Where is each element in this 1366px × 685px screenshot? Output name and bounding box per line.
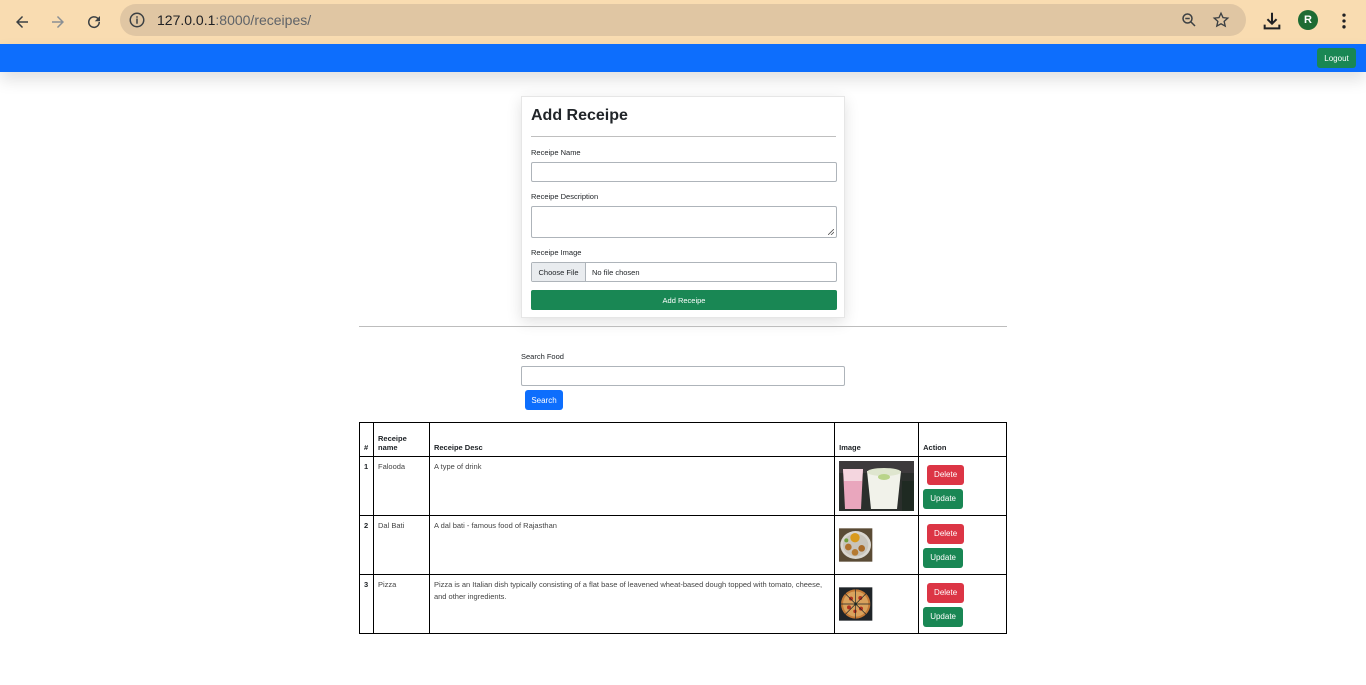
header-image: Image [834,422,920,457]
header-receipe-name: Receipe name [372,422,430,457]
delete-button[interactable]: Delete [927,524,965,544]
receipe-name-input[interactable] [531,162,837,182]
falooda-photo [839,461,915,511]
header-receipe-desc: Receipe Desc [428,422,836,457]
site-info-icon[interactable] [128,11,146,29]
receipe-image-file-input[interactable]: Choose File No file chosen [531,262,837,282]
header-action: Action [918,422,1007,457]
choose-file-button[interactable]: Choose File [532,263,586,281]
search-food-input[interactable] [521,366,845,386]
add-receipe-form: Add Receipe Receipe Name Receipe Descrip… [521,96,845,318]
form-divider [531,136,836,137]
app-navbar: Logout [0,44,1366,72]
receipe-description-label: Receipe Description [531,192,599,201]
delete-button[interactable]: Delete [927,583,965,603]
back-icon[interactable] [8,8,36,36]
download-icon[interactable] [1261,10,1283,32]
url-text: 127.0.0.1:8000/receipes/ [157,12,312,28]
receipe-name-cell: Pizza [372,574,430,634]
receipe-desc-cell: A dal bati - famous food of Rajasthan [428,515,836,575]
update-button[interactable]: Update [923,607,964,627]
pizza-photo [839,587,873,621]
no-file-chosen-text: No file chosen [592,267,640,277]
forward-icon[interactable] [44,8,72,36]
row-number: 3 [359,574,374,634]
resize-handle-icon[interactable] [828,229,834,235]
section-divider [359,326,1007,327]
receipe-name-label: Receipe Name [531,148,581,157]
delete-button[interactable]: Delete [927,465,965,485]
zoom-icon[interactable] [1180,11,1198,29]
receipe-image-cell [834,574,920,634]
search-food-label: Search Food [521,352,564,361]
update-button[interactable]: Update [923,489,964,509]
reload-icon[interactable] [80,8,108,36]
receipe-name-cell: Dal Bati [372,515,430,575]
address-bar[interactable]: 127.0.0.1:8000/receipes/ [120,4,1246,36]
logout-button[interactable]: Logout [1317,48,1356,68]
receipe-image-cell [834,515,920,575]
update-button[interactable]: Update [923,548,964,568]
row-number: 2 [359,515,374,575]
receipe-image-label: Receipe Image [531,248,582,257]
receipe-description-textarea[interactable] [531,206,837,238]
dal-bati-photo [839,528,873,562]
action-cell: Delete Update [918,574,1007,634]
form-title: Add Receipe [531,107,628,124]
table-row: 2 Dal Bati A dal bati - famous food of R… [359,515,1007,575]
add-receipe-button[interactable]: Add Receipe [531,290,837,310]
table-header-row: # Receipe name Receipe Desc Image Action [359,422,1007,457]
more-menu-icon[interactable] [1334,10,1354,32]
receipe-desc-cell: Pizza is an Italian dish typically consi… [428,574,836,634]
table-row: 3 Pizza Pizza is an Italian dish typical… [359,574,1007,634]
header-number: # [359,422,374,457]
browser-toolbar: 127.0.0.1:8000/receipes/ R [0,0,1366,44]
bookmark-star-icon[interactable] [1212,11,1230,29]
search-button[interactable]: Search [525,390,563,410]
profile-avatar[interactable]: R [1298,10,1318,30]
row-number: 1 [359,456,374,516]
table-row: 1 Falooda A type of drink Delete Update [359,456,1007,516]
receipe-desc-cell: A type of drink [428,456,836,516]
receipes-table: # Receipe name Receipe Desc Image Action… [359,422,1007,634]
action-cell: Delete Update [918,515,1007,575]
receipe-name-cell: Falooda [372,456,430,516]
receipe-image-cell [834,456,920,516]
action-cell: Delete Update [918,456,1007,516]
